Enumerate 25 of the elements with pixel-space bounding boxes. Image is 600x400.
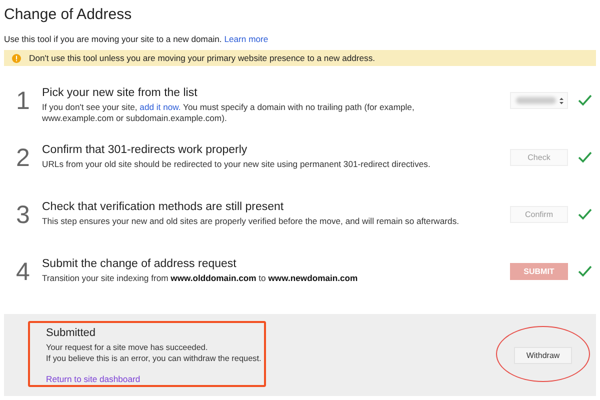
warning-icon xyxy=(12,54,21,62)
step-number: 4 xyxy=(16,258,31,286)
step-number: 1 xyxy=(16,87,31,115)
step-description: If you don't see your site, add it now. You must specify a domain with no trailing path (for example, www.example.com or subdomain.example.com). xyxy=(42,102,416,124)
step-number: 3 xyxy=(16,201,31,229)
stepper-icon xyxy=(559,96,564,104)
step-number: 2 xyxy=(16,144,31,172)
withdraw-button[interactable]: Withdraw xyxy=(514,346,572,364)
page-title: Change of Address xyxy=(4,6,133,23)
dashboard-link[interactable]: Return to site dashboard xyxy=(46,374,262,384)
warning-text: Don't use this tool unless you are moving your primary website presence to a new address. xyxy=(29,53,376,63)
learn-more-link[interactable]: Learn more xyxy=(224,34,268,44)
step-description: URLs from your old site should be redirected to your new site using permanent 301-redirect directives. xyxy=(42,159,432,170)
status-title: Submitted xyxy=(46,326,97,338)
status-message: If you believe this is an error, you can withdraw the request. xyxy=(46,352,262,364)
step-description: Transition your site indexing from www.olddomain.com to www.newdomain.com xyxy=(42,273,359,284)
step-title: Check that verification methods are still present xyxy=(42,200,285,214)
status-message: Your request for a site move has succeeded. xyxy=(46,342,209,352)
step-title: Confirm that 301-redirects work properly xyxy=(42,143,248,157)
step-title: Submit the change of address request xyxy=(42,257,238,271)
step-title: Pick your new site from the list xyxy=(42,86,198,100)
intro-text: Use this tool if you are moving your site to a new domain. Learn more xyxy=(4,34,270,44)
add-site-link[interactable]: add it now. xyxy=(140,102,181,112)
step-description: This step ensures your new and old sites are properly verified before the move, and will remain so afterwards. xyxy=(42,216,460,227)
site-select[interactable] xyxy=(510,92,568,109)
